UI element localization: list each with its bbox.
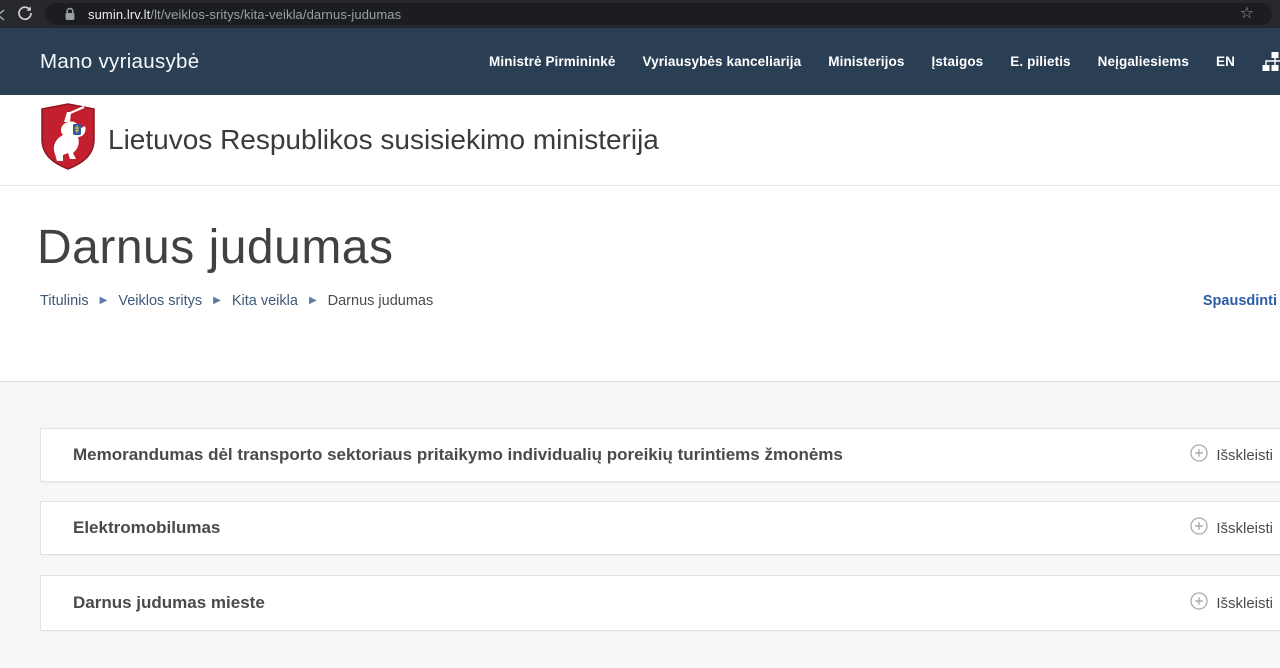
page-head: Darnus judumas Titulinis ▶ Veiklos srity…	[0, 186, 1280, 381]
expand-label: Išskleisti	[1216, 520, 1273, 537]
breadcrumb: Titulinis ▶ Veiklos sritys ▶ Kita veikla…	[40, 293, 433, 309]
plus-circle-icon	[1190, 592, 1208, 614]
expand-button[interactable]: Išskleisti	[1190, 517, 1273, 539]
print-button[interactable]: Spausdinti	[1203, 293, 1277, 309]
coat-of-arms-icon	[40, 103, 96, 175]
bookmark-star-icon[interactable]: ☆	[1240, 5, 1254, 23]
nav-item-e-pilietis[interactable]: E. pilietis	[1010, 54, 1070, 69]
chevron-right-icon: ▶	[309, 294, 317, 308]
accordion-row-elektromobilumas[interactable]: Elektromobilumas Išskleisti	[40, 501, 1280, 555]
browser-toolbar: sumin.lrv.lt/lt/veiklos-sritys/kita-veik…	[0, 0, 1280, 28]
site-header: Lietuvos Respublikos susisiekimo ministe…	[0, 95, 1280, 186]
plus-circle-icon	[1190, 517, 1208, 539]
refresh-icon[interactable]	[17, 5, 37, 23]
accordion-row-darnus-judumas-mieste[interactable]: Darnus judumas mieste Išskleisti	[40, 575, 1280, 631]
content-section: Memorandumas dėl transporto sektoriaus p…	[0, 381, 1280, 668]
address-bar[interactable]: sumin.lrv.lt/lt/veiklos-sritys/kita-veik…	[45, 3, 1272, 25]
expand-button[interactable]: Išskleisti	[1190, 592, 1273, 614]
top-nav-menu: Ministrė Pirmininkė Vyriausybės kancelia…	[489, 28, 1280, 95]
ministry-logo-link[interactable]	[40, 103, 96, 175]
accordion-row-memorandumas[interactable]: Memorandumas dėl transporto sektoriaus p…	[40, 428, 1280, 482]
back-arrow-icon[interactable]	[0, 8, 6, 26]
brand-mano-vyriausybe[interactable]: Mano vyriausybė	[40, 50, 199, 74]
accordion-title: Darnus judumas mieste	[73, 593, 265, 613]
ministry-name[interactable]: Lietuvos Respublikos susisiekimo ministe…	[108, 124, 659, 156]
accordion-title: Memorandumas dėl transporto sektoriaus p…	[73, 445, 843, 465]
url-domain: sumin.lrv.lt	[88, 7, 150, 22]
breadcrumb-titulinis[interactable]: Titulinis	[40, 293, 89, 309]
nav-item-language-en[interactable]: EN	[1216, 54, 1235, 69]
nav-item-neigaliesiems[interactable]: Neįgaliesiems	[1098, 54, 1189, 69]
nav-item-ministerijos[interactable]: Ministerijos	[828, 54, 904, 69]
chevron-right-icon: ▶	[213, 294, 221, 308]
url-text: sumin.lrv.lt/lt/veiklos-sritys/kita-veik…	[88, 7, 401, 22]
expand-button[interactable]: Išskleisti	[1190, 444, 1273, 466]
url-path: /lt/veiklos-sritys/kita-veikla/darnus-ju…	[150, 7, 401, 22]
breadcrumb-veiklos-sritys[interactable]: Veiklos sritys	[118, 293, 202, 309]
breadcrumb-current: Darnus judumas	[328, 293, 434, 309]
sitemap-icon[interactable]	[1262, 51, 1280, 73]
expand-label: Išskleisti	[1216, 447, 1273, 464]
page-title: Darnus judumas	[37, 220, 394, 275]
lock-icon[interactable]	[64, 7, 76, 21]
nav-item-vyriausybes-kanceliarija[interactable]: Vyriausybės kanceliarija	[642, 54, 801, 69]
accordion-title: Elektromobilumas	[73, 518, 220, 538]
breadcrumb-kita-veikla[interactable]: Kita veikla	[232, 293, 298, 309]
government-navbar: Mano vyriausybė Ministrė Pirmininkė Vyri…	[0, 28, 1280, 95]
nav-item-ministre-pirmininke[interactable]: Ministrė Pirmininkė	[489, 54, 615, 69]
plus-circle-icon	[1190, 444, 1208, 466]
nav-item-istaigos[interactable]: Įstaigos	[931, 54, 983, 69]
expand-label: Išskleisti	[1216, 595, 1273, 612]
chevron-right-icon: ▶	[100, 294, 108, 308]
